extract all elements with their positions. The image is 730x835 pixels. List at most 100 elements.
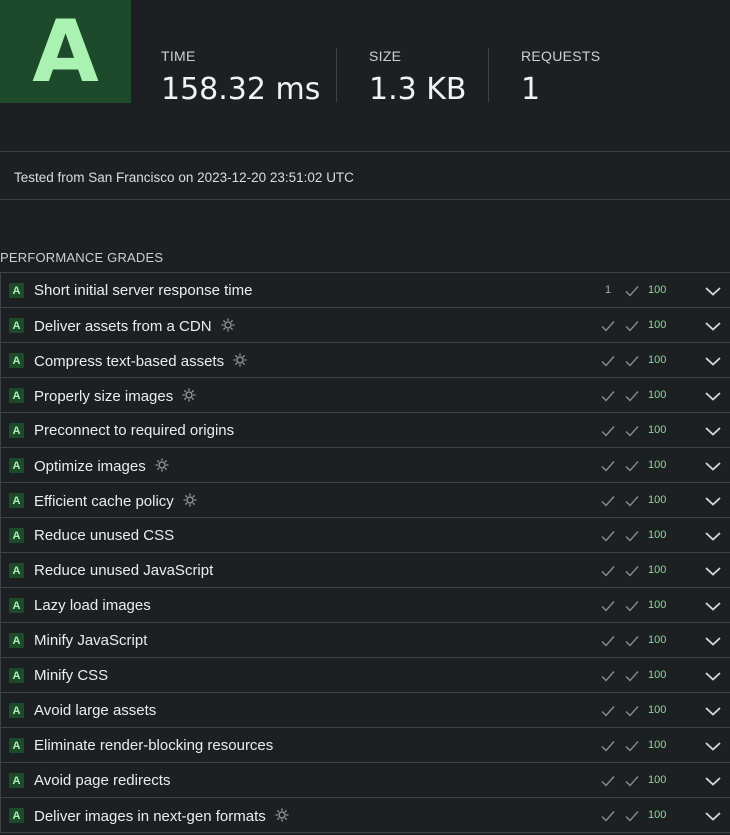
grade-score: 100 xyxy=(648,739,667,751)
grade-score: 100 xyxy=(648,494,667,506)
check-icon xyxy=(600,494,616,508)
grade-row[interactable]: A Deliver images in next-gen formats 100 xyxy=(1,798,730,833)
cog-icon xyxy=(220,317,236,337)
chevron-down-icon[interactable] xyxy=(704,529,722,541)
grade-title-text: Deliver assets from a CDN xyxy=(34,318,212,335)
grade-title: Deliver assets from a CDN xyxy=(34,317,236,337)
chevron-down-icon[interactable] xyxy=(704,319,722,331)
grade-title-text: Efficient cache policy xyxy=(34,493,174,510)
grade-badge: A xyxy=(9,388,24,403)
grade-score: 100 xyxy=(648,354,667,366)
request-count: 1 xyxy=(604,284,612,296)
grade-title-text: Avoid large assets xyxy=(34,702,157,719)
metric-time: TIME 158.32 ms xyxy=(161,48,320,107)
check-icon xyxy=(624,599,640,613)
overall-grade: A xyxy=(0,0,131,103)
grade-title-text: Avoid page redirects xyxy=(34,772,171,789)
grade-badge: A xyxy=(9,458,24,473)
grade-row[interactable]: A Short initial server response time 1 100 xyxy=(1,273,730,308)
grade-title-text: Properly size images xyxy=(34,388,174,405)
grade-title-text: Deliver images in next-gen formats xyxy=(34,808,266,825)
metric-value: 1 xyxy=(521,72,541,107)
grade-row[interactable]: A Optimize images 100 xyxy=(1,448,730,483)
check-icon xyxy=(624,354,640,368)
chevron-down-icon[interactable] xyxy=(704,354,722,366)
grade-row[interactable]: A Lazy load images 100 xyxy=(1,588,730,623)
chevron-down-icon[interactable] xyxy=(704,494,722,506)
grade-title-text: Reduce unused CSS xyxy=(34,527,175,544)
cog-icon xyxy=(274,807,290,827)
check-icon xyxy=(624,704,640,718)
grade-score: 100 xyxy=(648,389,667,401)
chevron-down-icon[interactable] xyxy=(704,809,722,821)
chevron-down-icon[interactable] xyxy=(704,459,722,471)
check-icon xyxy=(600,529,616,543)
metric-label: SIZE xyxy=(369,48,402,64)
grade-row[interactable]: A Reduce unused JavaScript 100 xyxy=(1,553,730,588)
grade-title-text: Preconnect to required origins xyxy=(34,422,235,439)
check-icon xyxy=(600,704,616,718)
check-icon xyxy=(600,599,616,613)
grade-row[interactable]: A Compress text-based assets 100 xyxy=(1,343,730,378)
grade-score: 100 xyxy=(648,669,667,681)
check-icon xyxy=(624,739,640,753)
chevron-down-icon[interactable] xyxy=(704,739,722,751)
check-icon xyxy=(624,459,640,473)
grade-row[interactable]: A Minify CSS 100 xyxy=(1,658,730,693)
grade-title: Eliminate render-blocking resources xyxy=(34,737,273,754)
chevron-down-icon[interactable] xyxy=(704,704,722,716)
grade-row[interactable]: A Properly size images 100 xyxy=(1,378,730,413)
section-title: PERFORMANCE GRADES xyxy=(0,250,164,265)
grade-row[interactable]: A Avoid page redirects 100 xyxy=(1,763,730,798)
chevron-down-icon[interactable] xyxy=(704,564,722,576)
grade-title: Reduce unused JavaScript xyxy=(34,562,213,579)
grade-row[interactable]: A Minify JavaScript 100 xyxy=(1,623,730,658)
grade-title: Optimize images xyxy=(34,457,170,477)
chevron-down-icon[interactable] xyxy=(704,424,722,436)
chevron-down-icon[interactable] xyxy=(704,599,722,611)
grade-score: 100 xyxy=(648,634,667,646)
grade-score: 100 xyxy=(648,319,667,331)
check-icon xyxy=(624,529,640,543)
chevron-down-icon[interactable] xyxy=(704,284,722,296)
grade-row[interactable]: A Eliminate render-blocking resources 100 xyxy=(1,728,730,763)
chevron-down-icon[interactable] xyxy=(704,634,722,646)
grade-title: Minify JavaScript xyxy=(34,632,147,649)
divider xyxy=(0,199,730,200)
grade-badge: A xyxy=(9,423,24,438)
grade-score: 100 xyxy=(648,424,667,436)
grade-title: Reduce unused CSS xyxy=(34,527,174,544)
grade-badge: A xyxy=(9,808,24,823)
grade-title: Lazy load images xyxy=(34,597,151,614)
check-icon xyxy=(624,809,640,823)
grade-row[interactable]: A Avoid large assets 100 xyxy=(1,693,730,728)
check-icon xyxy=(624,634,640,648)
grade-badge: A xyxy=(9,563,24,578)
chevron-down-icon[interactable] xyxy=(704,774,722,786)
check-icon xyxy=(624,284,640,298)
summary-header: A TIME 158.32 ms SIZE 1.3 KB REQUESTS 1 xyxy=(0,0,730,152)
metric-value: 158.32 ms xyxy=(161,72,321,107)
grade-row[interactable]: A Deliver assets from a CDN 100 xyxy=(1,308,730,343)
grade-title: Properly size images xyxy=(34,387,197,407)
grade-title: Compress text-based assets xyxy=(34,352,248,372)
grade-badge: A xyxy=(9,703,24,718)
chevron-down-icon[interactable] xyxy=(704,389,722,401)
grade-score: 100 xyxy=(648,459,667,471)
grade-score: 100 xyxy=(648,774,667,786)
chevron-down-icon[interactable] xyxy=(704,669,722,681)
check-icon xyxy=(624,564,640,578)
grade-row[interactable]: A Preconnect to required origins 100 xyxy=(1,413,730,448)
check-icon xyxy=(600,389,616,403)
grade-row[interactable]: A Efficient cache policy 100 xyxy=(1,483,730,518)
grade-row[interactable]: A Reduce unused CSS 100 xyxy=(1,518,730,553)
grade-title: Avoid large assets xyxy=(34,702,156,719)
grade-title-text: Minify CSS xyxy=(34,667,109,684)
check-icon xyxy=(600,424,616,438)
metric-size: SIZE 1.3 KB xyxy=(369,48,467,107)
check-icon xyxy=(600,564,616,578)
test-location-timestamp: Tested from San Francisco on 2023-12-20 … xyxy=(14,170,354,185)
grade-title: Efficient cache policy xyxy=(34,492,198,512)
check-icon xyxy=(600,459,616,473)
grade-score: 100 xyxy=(648,284,667,296)
